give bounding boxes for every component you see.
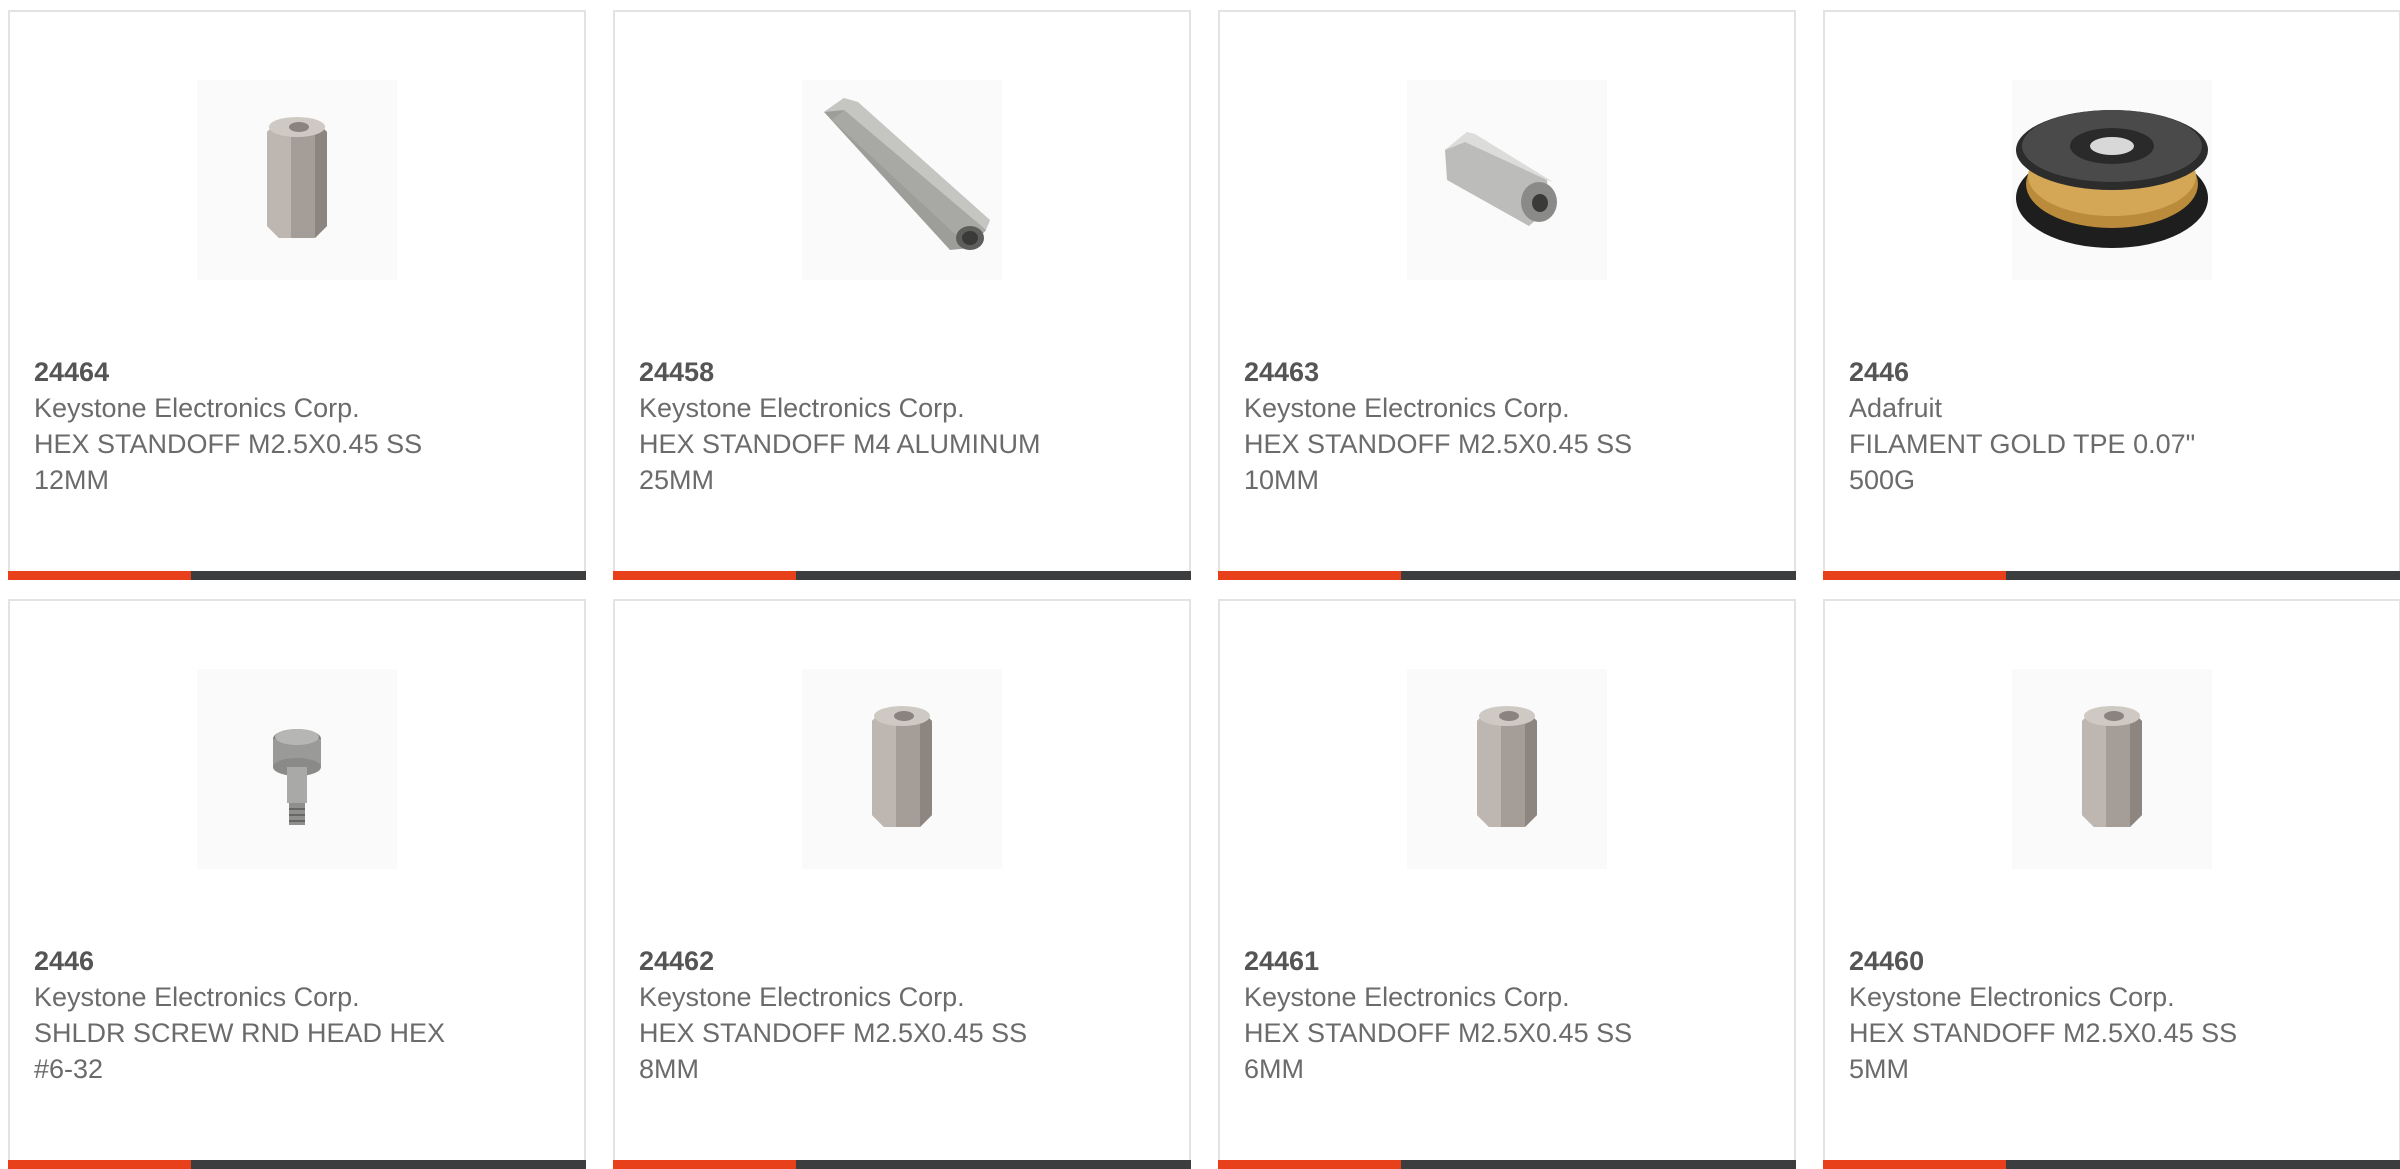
- product-image[interactable]: [802, 80, 1002, 280]
- card-bottom-bar: [1823, 571, 2400, 580]
- manufacturer: Keystone Electronics Corp.: [1244, 393, 1570, 423]
- product-info: 24461 Keystone Electronics Corp. HEX STA…: [1244, 943, 1774, 1087]
- card-accent-bar: [1823, 571, 2006, 580]
- description-line-2: 5MM: [1849, 1054, 1909, 1084]
- manufacturer: Keystone Electronics Corp.: [639, 393, 965, 423]
- hex-standoff-short-icon: [267, 117, 327, 238]
- description-line-2: 10MM: [1244, 465, 1320, 495]
- product-card[interactable]: 2446 Adafruit FILAMENT GOLD TPE 0.07" 50…: [1823, 10, 2400, 580]
- card-accent-bar: [8, 571, 191, 580]
- product-card[interactable]: 24461 Keystone Electronics Corp. HEX STA…: [1218, 599, 1796, 1169]
- part-number[interactable]: 2446: [1849, 354, 2379, 390]
- product-info: 24464 Keystone Electronics Corp. HEX STA…: [34, 354, 564, 498]
- card-accent-bar: [1218, 1160, 1401, 1169]
- description-line-2: 8MM: [639, 1054, 699, 1084]
- manufacturer: Keystone Electronics Corp.: [1849, 982, 2175, 1012]
- card-accent-bar: [1823, 1160, 2006, 1169]
- product-info: 24463 Keystone Electronics Corp. HEX STA…: [1244, 354, 1774, 498]
- product-image[interactable]: [1407, 669, 1607, 869]
- manufacturer: Keystone Electronics Corp.: [1244, 982, 1570, 1012]
- product-info: 24458 Keystone Electronics Corp. HEX STA…: [639, 354, 1169, 498]
- product-card[interactable]: 24463 Keystone Electronics Corp. HEX STA…: [1218, 10, 1796, 580]
- product-info: 2446 Keystone Electronics Corp. SHLDR SC…: [34, 943, 564, 1087]
- product-card[interactable]: 24460 Keystone Electronics Corp. HEX STA…: [1823, 599, 2400, 1169]
- card-bottom-bar: [1218, 571, 1796, 580]
- product-info: 24462 Keystone Electronics Corp. HEX STA…: [639, 943, 1169, 1087]
- card-bottom-bar: [613, 571, 1191, 580]
- hex-standoff-short-icon: [2082, 706, 2142, 827]
- card-accent-bar: [1218, 571, 1401, 580]
- description-line-2: 12MM: [34, 465, 110, 495]
- hex-standoff-long-icon: [824, 98, 990, 250]
- part-number[interactable]: 24458: [639, 354, 1169, 390]
- card-accent-bar: [8, 1160, 191, 1169]
- manufacturer: Keystone Electronics Corp.: [34, 393, 360, 423]
- description-line-1: HEX STANDOFF M2.5X0.45 SS: [1244, 429, 1633, 459]
- part-number[interactable]: 24462: [639, 943, 1169, 979]
- manufacturer: Keystone Electronics Corp.: [34, 982, 360, 1012]
- card-bottom-bar: [8, 1160, 586, 1169]
- product-info: 24460 Keystone Electronics Corp. HEX STA…: [1849, 943, 2379, 1087]
- product-image[interactable]: [2012, 669, 2212, 869]
- product-image[interactable]: [197, 80, 397, 280]
- product-image[interactable]: [197, 669, 397, 869]
- product-image[interactable]: [802, 669, 1002, 869]
- description-line-2: 6MM: [1244, 1054, 1304, 1084]
- shoulder-screw-icon: [273, 729, 321, 825]
- hex-standoff-short-icon: [1477, 706, 1537, 827]
- card-bottom-bar: [1218, 1160, 1796, 1169]
- part-number[interactable]: 24460: [1849, 943, 2379, 979]
- hex-standoff-short-icon: [872, 706, 932, 827]
- product-info: 2446 Adafruit FILAMENT GOLD TPE 0.07" 50…: [1849, 354, 2379, 498]
- description-line-1: HEX STANDOFF M2.5X0.45 SS: [1849, 1018, 2238, 1048]
- manufacturer: Adafruit: [1849, 393, 1943, 423]
- card-accent-bar: [613, 1160, 796, 1169]
- part-number[interactable]: 24461: [1244, 943, 1774, 979]
- description-line-1: HEX STANDOFF M2.5X0.45 SS: [1244, 1018, 1633, 1048]
- product-card[interactable]: 24464 Keystone Electronics Corp. HEX STA…: [8, 10, 586, 580]
- card-bottom-bar: [613, 1160, 1191, 1169]
- description-line-1: HEX STANDOFF M2.5X0.45 SS: [34, 429, 423, 459]
- hex-standoff-angled-icon: [1445, 132, 1557, 226]
- part-number[interactable]: 24464: [34, 354, 564, 390]
- card-bottom-bar: [8, 571, 586, 580]
- description-line-1: HEX STANDOFF M4 ALUMINUM: [639, 429, 1041, 459]
- part-number[interactable]: 24463: [1244, 354, 1774, 390]
- part-number[interactable]: 2446: [34, 943, 564, 979]
- description-line-2: 25MM: [639, 465, 715, 495]
- product-image[interactable]: [1407, 80, 1607, 280]
- description-line-1: HEX STANDOFF M2.5X0.45 SS: [639, 1018, 1028, 1048]
- product-grid: 24464 Keystone Electronics Corp. HEX STA…: [8, 10, 2400, 1169]
- description-line-1: SHLDR SCREW RND HEAD HEX: [34, 1018, 446, 1048]
- card-accent-bar: [613, 571, 796, 580]
- product-image[interactable]: [2012, 80, 2212, 280]
- filament-spool-icon: [2016, 110, 2208, 248]
- card-bottom-bar: [1823, 1160, 2400, 1169]
- description-line-1: FILAMENT GOLD TPE 0.07": [1849, 429, 2196, 459]
- manufacturer: Keystone Electronics Corp.: [639, 982, 965, 1012]
- description-line-2: #6-32: [34, 1054, 104, 1084]
- product-card[interactable]: 24458 Keystone Electronics Corp. HEX STA…: [613, 10, 1191, 580]
- description-line-2: 500G: [1849, 465, 1916, 495]
- product-card[interactable]: 24462 Keystone Electronics Corp. HEX STA…: [613, 599, 1191, 1169]
- product-card[interactable]: 2446 Keystone Electronics Corp. SHLDR SC…: [8, 599, 586, 1169]
